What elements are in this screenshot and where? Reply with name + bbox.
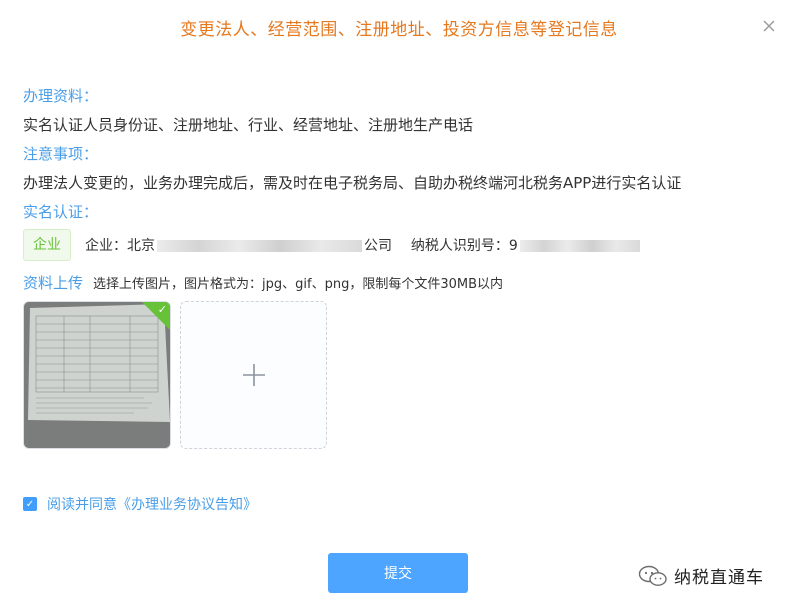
taxid-prefix: 纳税人识别号：9 <box>410 238 518 254</box>
enterprise-row: 企业 企业：北京 公司 纳税人识别号：9 <box>23 229 642 261</box>
check-icon: ✓ <box>157 303 167 316</box>
redacted-company-name <box>157 240 362 252</box>
agreement-checkbox[interactable]: ✓ <box>23 497 37 511</box>
company-info: 企业：北京 公司 纳税人识别号：9 <box>85 235 642 255</box>
submit-button[interactable]: 提交 <box>328 553 468 593</box>
materials-text: 实名认证人员身份证、注册地址、行业、经营地址、注册地生产电话 <box>23 116 474 134</box>
plus-icon <box>242 364 265 386</box>
agreement-link[interactable]: 阅读并同意《办理业务协议告知》 <box>47 494 257 514</box>
company-suffix: 公司 <box>364 238 392 254</box>
close-icon[interactable] <box>762 19 776 33</box>
notes-label: 注意事项： <box>23 145 99 163</box>
watermark-text: 纳税直通车 <box>674 568 764 588</box>
enterprise-tag: 企业 <box>23 229 71 261</box>
add-image-button[interactable] <box>180 301 327 449</box>
dialog-title: 变更法人、经营范围、注册地址、投资方信息等登记信息 <box>180 20 618 40</box>
verification-label: 实名认证： <box>23 203 99 221</box>
wechat-icon <box>638 565 667 586</box>
agreement-row: ✓ 阅读并同意《办理业务协议告知》 <box>23 494 257 514</box>
upload-hint: 选择上传图片，图片格式为：jpg、gif、png，限制每个文件30MB以内 <box>93 277 503 292</box>
uploaded-image-thumbnail[interactable]: ✓ <box>23 301 171 449</box>
notes-text: 办理法人变更的，业务办理完成后，需及时在电子税务局、自助办税终端河北税务APP进… <box>23 174 682 192</box>
company-prefix: 企业：北京 <box>85 238 155 254</box>
materials-label: 办理资料： <box>23 87 99 105</box>
watermark: 纳税直通车 <box>638 563 764 588</box>
redacted-taxid <box>519 240 640 252</box>
upload-label: 资料上传 <box>23 274 84 292</box>
upload-row: 资料上传 选择上传图片，图片格式为：jpg、gif、png，限制每个文件30MB… <box>23 272 503 293</box>
